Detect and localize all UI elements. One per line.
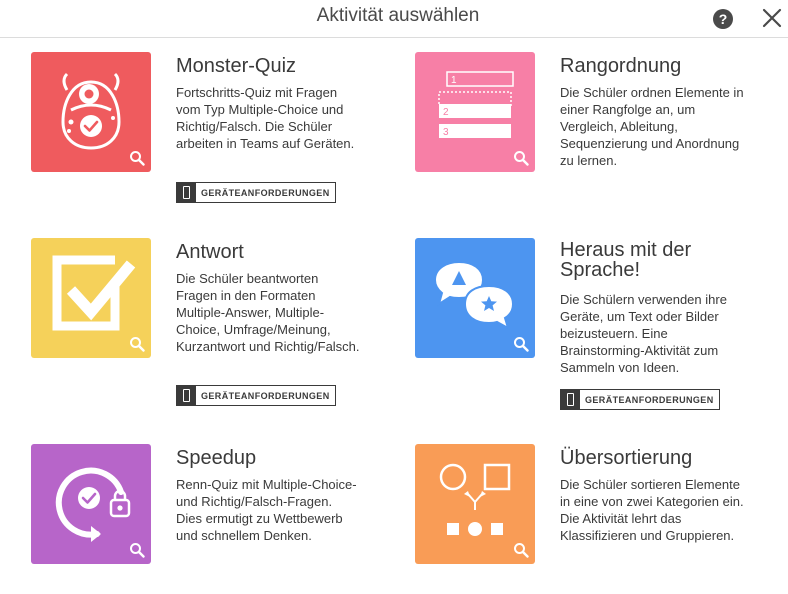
antwort-tile[interactable] — [31, 238, 151, 358]
uebersortierung-tile[interactable] — [415, 444, 535, 564]
zoom-icon[interactable] — [513, 542, 529, 558]
help-button[interactable]: ? — [713, 9, 733, 29]
activity-card-heraus-mit-der-sprache[interactable]: Heraus mit der Sprache! Die Schülern ver… — [415, 238, 775, 413]
device-requirements-label: GERÄTEANFORDERUNGEN — [201, 390, 330, 401]
device-requirements-label: GERÄTEANFORDERUNGEN — [201, 187, 330, 198]
activity-description: Die Schülern verwenden ihre Geräte, um T… — [560, 292, 727, 375]
zoom-icon[interactable] — [129, 542, 145, 558]
rank-slot-label: 1 — [451, 75, 457, 86]
activity-card-uebersortierung[interactable]: Übersortierung Die Schüler sortieren Ele… — [415, 444, 775, 574]
activity-title: Rangordnung — [560, 55, 682, 77]
activity-description: Die Schüler sortieren Elemente in eine v… — [560, 477, 744, 543]
device-requirements-label: GERÄTEANFORDERUNGEN — [585, 394, 714, 405]
device-requirements-button[interactable]: GERÄTEANFORDERUNGEN — [176, 182, 336, 203]
zoom-icon[interactable] — [129, 336, 145, 352]
monster-quiz-tile[interactable] — [31, 52, 151, 172]
dialog-header: Aktivität auswählen ? — [0, 0, 788, 38]
device-icon — [177, 386, 196, 405]
device-requirements-button[interactable]: GERÄTEANFORDERUNGEN — [560, 389, 720, 410]
zoom-icon[interactable] — [513, 150, 529, 166]
close-icon[interactable] — [760, 6, 784, 30]
device-requirements-button[interactable]: GERÄTEANFORDERUNGEN — [176, 385, 336, 406]
activity-description: Fortschritts-Quiz mit Fragen vom Typ Mul… — [176, 85, 355, 151]
activity-title: Antwort — [176, 241, 244, 263]
zoom-icon[interactable] — [129, 150, 145, 166]
speedup-tile[interactable] — [31, 444, 151, 564]
sprache-tile[interactable] — [415, 238, 535, 358]
zoom-icon[interactable] — [513, 336, 529, 352]
device-icon — [177, 183, 196, 202]
activity-card-antwort[interactable]: Antwort Die Schüler beantworten Fragen i… — [31, 238, 391, 408]
activity-title: Heraus mit der Sprache! — [560, 239, 692, 281]
activity-card-rangordnung[interactable]: 1 2 3 Rangordnung Die Schüler ordnen Ele… — [415, 52, 775, 192]
activity-title: Monster-Quiz — [176, 55, 297, 77]
rank-slot-label: 3 — [443, 127, 449, 138]
device-icon — [561, 390, 580, 409]
activity-card-speedup[interactable]: Speedup Renn-Quiz mit Multiple-Choice- u… — [31, 444, 391, 574]
activity-card-monster-quiz[interactable]: Monster-Quiz Fortschritts-Quiz mit Frage… — [31, 52, 391, 212]
rangordnung-tile[interactable]: 1 2 3 — [415, 52, 535, 172]
activity-description: Renn-Quiz mit Multiple-Choice- und Richt… — [176, 477, 357, 543]
activity-title: Speedup — [176, 447, 257, 469]
rank-slot-label: 2 — [443, 107, 449, 118]
activity-title: Übersortierung — [560, 447, 693, 469]
activity-description: Die Schüler beantworten Fragen in den Fo… — [176, 271, 360, 354]
activity-description: Die Schüler ordnen Elemente in einer Ran… — [560, 85, 744, 168]
dialog-title: Aktivität auswählen — [316, 5, 480, 26]
